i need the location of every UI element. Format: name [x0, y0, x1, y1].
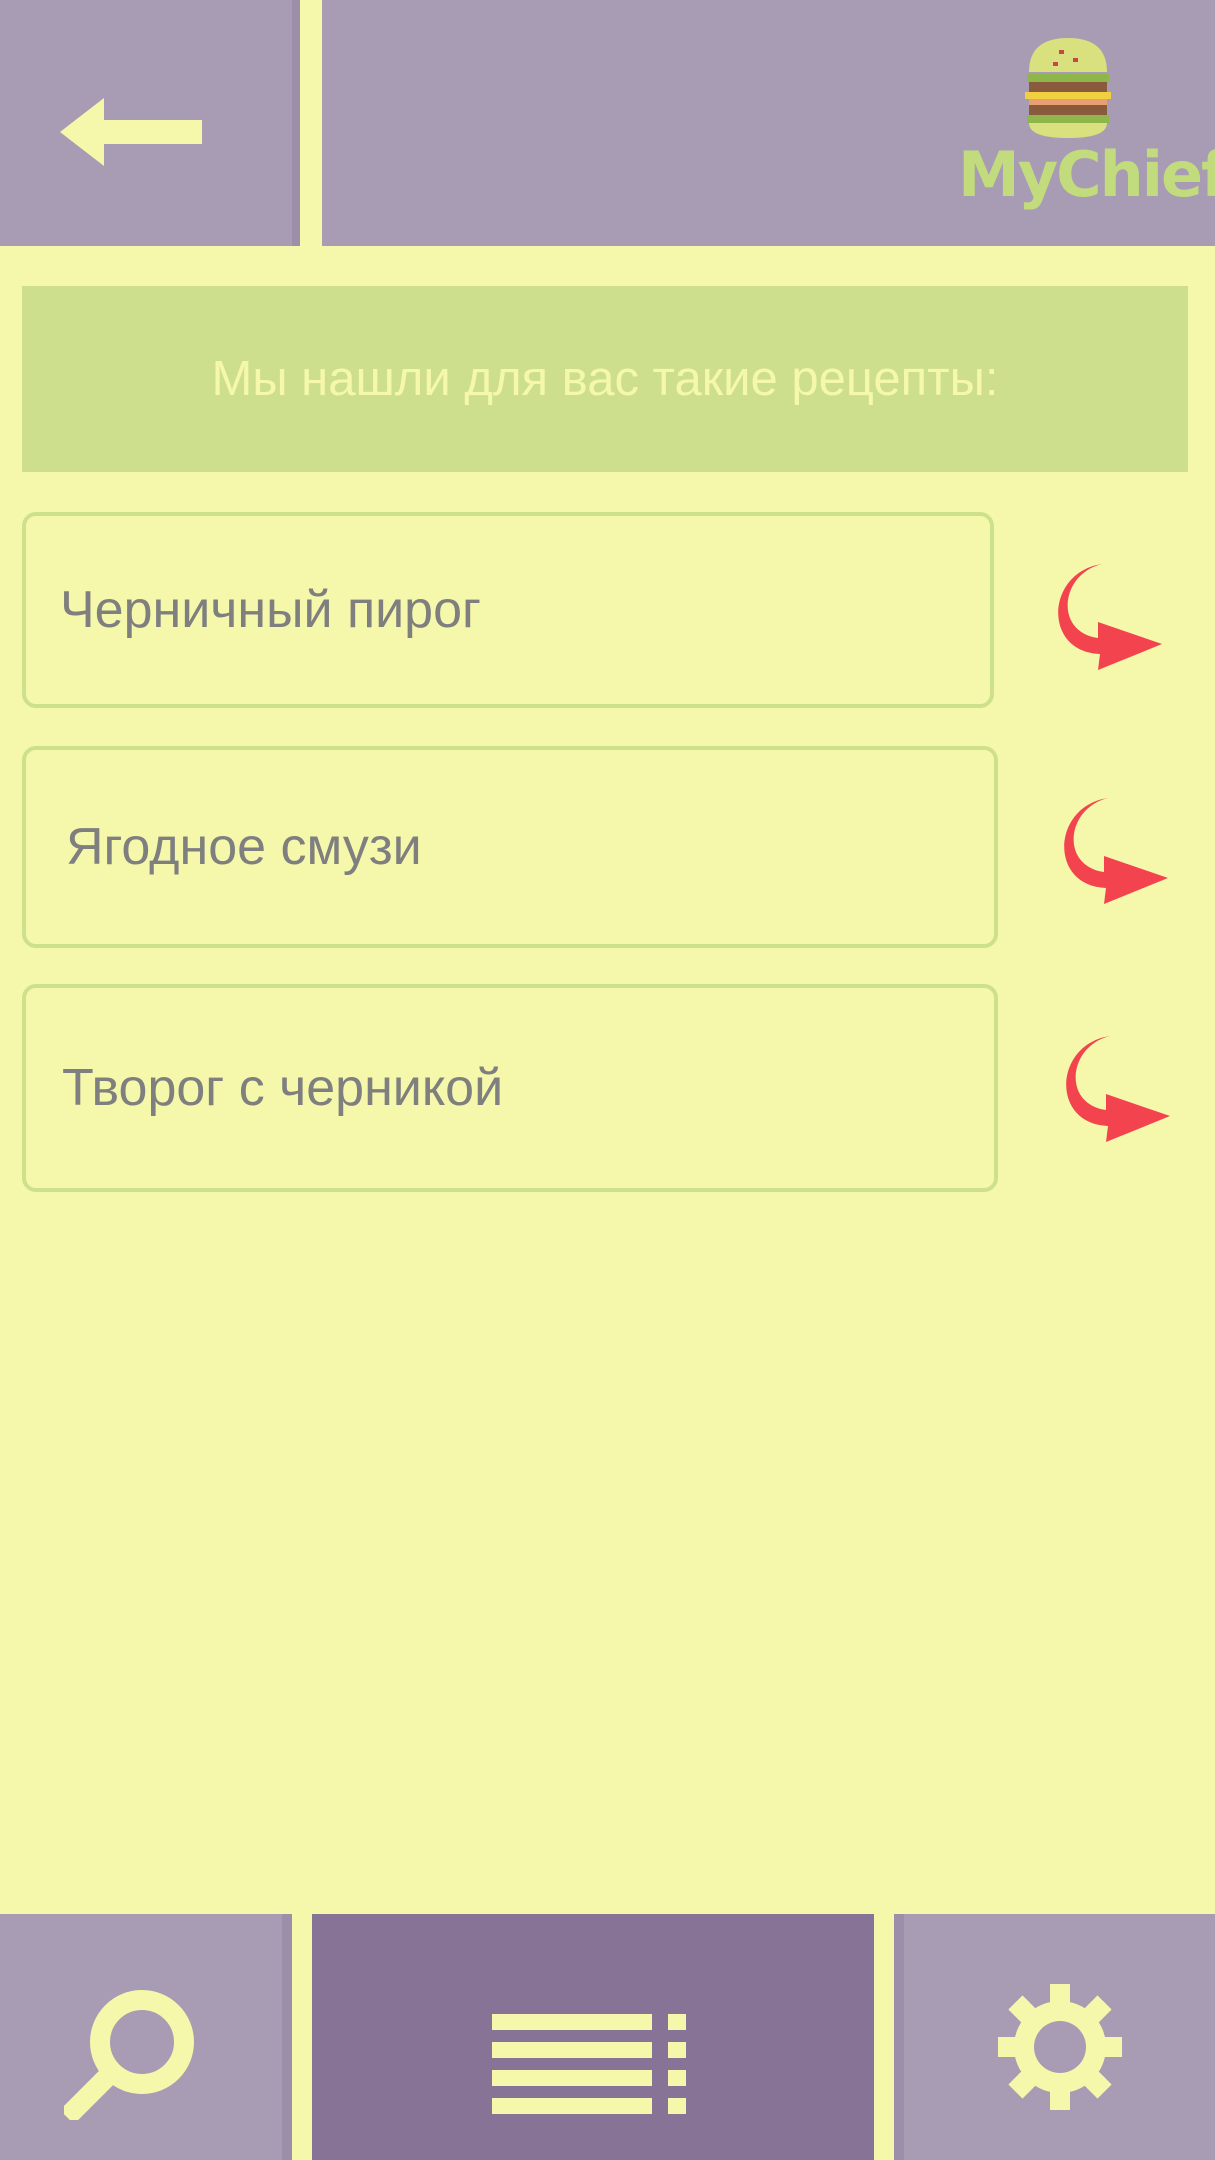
search-icon: [64, 1990, 194, 2120]
nav-search-tab[interactable]: [0, 1914, 292, 2160]
panel-edge: [894, 1914, 904, 2160]
list-menu-icon: [492, 2014, 686, 2114]
recipe-card[interactable]: Ягодное смузи: [22, 746, 998, 948]
recipe-card[interactable]: Творог с черникой: [22, 984, 998, 1192]
arrow-left-icon: [60, 98, 202, 166]
nav-list-tab[interactable]: [312, 1914, 874, 2160]
logo-text: MyChief: [958, 138, 1215, 211]
recipe-name: Творог с черникой: [62, 1059, 504, 1117]
back-button[interactable]: [60, 92, 210, 172]
app-logo: MyChief: [958, 36, 1215, 226]
header-back-panel: [0, 0, 300, 246]
curved-arrow-right-icon[interactable]: [1048, 1024, 1174, 1150]
recipe-name: Ягодное смузи: [66, 818, 422, 876]
gear-icon: [998, 1984, 1122, 2110]
nav-settings-tab[interactable]: [894, 1914, 1215, 2160]
recipe-name: Черничный пирог: [60, 581, 481, 639]
curved-arrow-right-icon[interactable]: [1040, 552, 1166, 678]
recipe-card[interactable]: Черничный пирог: [22, 512, 994, 708]
results-banner: Мы нашли для вас такие рецепты:: [22, 286, 1188, 472]
banner-text: Мы нашли для вас такие рецепты:: [211, 352, 999, 406]
burger-icon: [1025, 38, 1111, 138]
panel-edge: [282, 1914, 292, 2160]
panel-edge: [292, 0, 300, 246]
curved-arrow-right-icon[interactable]: [1046, 786, 1172, 912]
